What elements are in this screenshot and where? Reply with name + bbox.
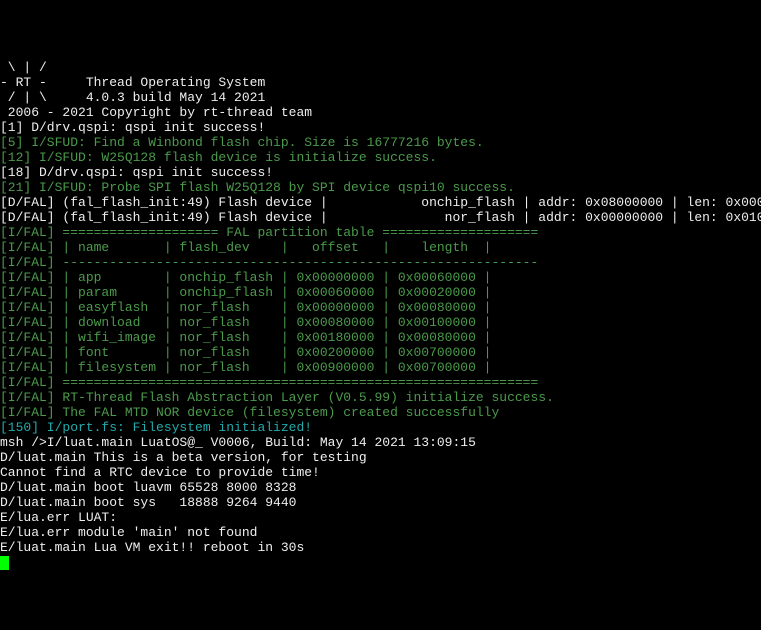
terminal-line: [I/FAL] RT-Thread Flash Abstraction Laye…: [0, 390, 761, 405]
terminal-line: [I/FAL] ================================…: [0, 375, 761, 390]
terminal-line: / | \ 4.0.3 build May 14 2021: [0, 90, 761, 105]
terminal-line: [I/FAL] | app | onchip_flash | 0x0000000…: [0, 270, 761, 285]
terminal-line: \ | /: [0, 60, 761, 75]
terminal-line: D/luat.main boot luavm 65528 8000 8328: [0, 480, 761, 495]
terminal-line: D/luat.main boot sys 18888 9264 9440: [0, 495, 761, 510]
terminal-line: [I/FAL] --------------------------------…: [0, 255, 761, 270]
terminal-line: [12] I/SFUD: W25Q128 flash device is ini…: [0, 150, 761, 165]
terminal-output: \ | /- RT - Thread Operating System / | …: [0, 60, 761, 555]
terminal-line: Cannot find a RTC device to provide time…: [0, 465, 761, 480]
terminal-line: E/lua.err LUAT:: [0, 510, 761, 525]
terminal-line: [21] I/SFUD: Probe SPI flash W25Q128 by …: [0, 180, 761, 195]
terminal-line: D/luat.main This is a beta version, for …: [0, 450, 761, 465]
terminal-line: [I/FAL] | wifi_image | nor_flash | 0x001…: [0, 330, 761, 345]
terminal-line: [18] D/drv.qspi: qspi init success!: [0, 165, 761, 180]
terminal-line: [1] D/drv.qspi: qspi init success!: [0, 120, 761, 135]
cursor: [0, 556, 9, 570]
terminal-line: [D/FAL] (fal_flash_init:49) Flash device…: [0, 210, 761, 225]
terminal-line: [I/FAL] The FAL MTD NOR device (filesyst…: [0, 405, 761, 420]
terminal-line: [D/FAL] (fal_flash_init:49) Flash device…: [0, 195, 761, 210]
terminal-line: [5] I/SFUD: Find a Winbond flash chip. S…: [0, 135, 761, 150]
terminal-line: [I/FAL] | filesystem | nor_flash | 0x009…: [0, 360, 761, 375]
terminal-line: E/lua.err module 'main' not found: [0, 525, 761, 540]
terminal-line: [I/FAL] | name | flash_dev | offset | le…: [0, 240, 761, 255]
terminal-line: [I/FAL] | download | nor_flash | 0x00080…: [0, 315, 761, 330]
terminal-line: [I/FAL] | easyflash | nor_flash | 0x0000…: [0, 300, 761, 315]
terminal-line: [150] I/port.fs: Filesystem initialized!: [0, 420, 761, 435]
terminal-line: [I/FAL] | font | nor_flash | 0x00200000 …: [0, 345, 761, 360]
terminal-line: E/luat.main Lua VM exit!! reboot in 30s: [0, 540, 761, 555]
terminal-line: 2006 - 2021 Copyright by rt-thread team: [0, 105, 761, 120]
terminal-line: [I/FAL] ==================== FAL partiti…: [0, 225, 761, 240]
terminal-line: [I/FAL] | param | onchip_flash | 0x00060…: [0, 285, 761, 300]
terminal-line: msh />I/luat.main LuatOS@_ V0006, Build:…: [0, 435, 761, 450]
terminal-line: - RT - Thread Operating System: [0, 75, 761, 90]
